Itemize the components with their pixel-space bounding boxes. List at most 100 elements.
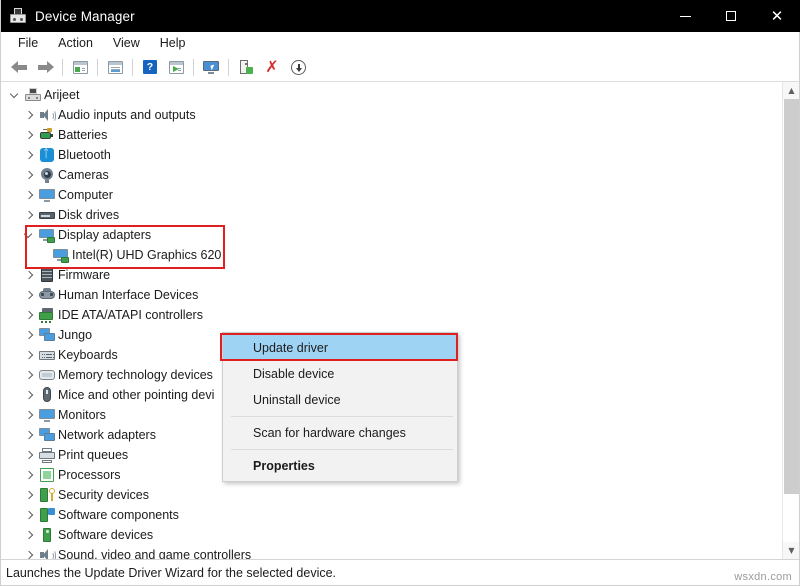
chevron-right-icon[interactable]: [20, 445, 36, 465]
firmware-icon: [36, 265, 58, 285]
tree-row[interactable]: Software components: [0, 505, 782, 525]
chevron-right-icon[interactable]: [20, 425, 36, 445]
context-menu[interactable]: Update driverDisable deviceUninstall dev…: [222, 332, 458, 482]
chevron-right-icon[interactable]: [20, 305, 36, 325]
tree-row[interactable]: Human Interface Devices: [0, 285, 782, 305]
menu-action[interactable]: Action: [48, 34, 103, 52]
status-bar: Launches the Update Driver Wizard for th…: [0, 559, 800, 586]
chevron-right-icon[interactable]: [20, 285, 36, 305]
chevron-right-icon[interactable]: [20, 325, 36, 345]
tree-row[interactable]: Batteries: [0, 125, 782, 145]
help-button[interactable]: ?: [137, 55, 163, 79]
menu-help[interactable]: Help: [150, 34, 196, 52]
download-button[interactable]: [285, 55, 311, 79]
chevron-right-icon[interactable]: [20, 165, 36, 185]
chevron-right-icon[interactable]: [20, 145, 36, 165]
chevron-right-icon[interactable]: [20, 485, 36, 505]
context-menu-item[interactable]: Scan for hardware changes: [223, 420, 457, 446]
back-button[interactable]: [6, 55, 32, 79]
vertical-scrollbar[interactable]: ▲ ▼: [782, 82, 800, 559]
scrollbar-track[interactable]: [783, 99, 800, 542]
context-menu-item[interactable]: Uninstall device: [223, 387, 457, 413]
context-menu-item[interactable]: Disable device: [223, 361, 457, 387]
enable-device-button[interactable]: [233, 55, 259, 79]
chevron-right-icon[interactable]: [20, 545, 36, 559]
chevron-glyph: [25, 192, 32, 199]
tree-row[interactable]: Disk drives: [0, 205, 782, 225]
chevron-glyph: [25, 152, 32, 159]
keyboard-icon: [36, 345, 58, 365]
properties-button[interactable]: [102, 55, 128, 79]
scan-for-hardware-changes-button[interactable]: [163, 55, 189, 79]
chevron-glyph: [25, 312, 32, 319]
chevron-glyph: [25, 112, 32, 119]
chevron-right-icon[interactable]: [20, 105, 36, 125]
chevron-right-icon[interactable]: [20, 525, 36, 545]
chevron-glyph: [25, 232, 32, 239]
tree-row[interactable]: Software devices: [0, 525, 782, 545]
tree-row-label: Print queues: [58, 445, 128, 465]
update-driver-button[interactable]: [198, 55, 224, 79]
tree-root-row[interactable]: Arijeet: [0, 85, 782, 105]
scrollbar-thumb[interactable]: [784, 99, 799, 494]
chevron-right-icon[interactable]: [20, 205, 36, 225]
chevron-down-icon[interactable]: [20, 225, 36, 245]
chevron-right-icon[interactable]: [20, 185, 36, 205]
device-manager-icon: [10, 8, 26, 24]
chevron-glyph: [25, 532, 32, 539]
tree-row[interactable]: Cameras: [0, 165, 782, 185]
menu-file[interactable]: File: [8, 34, 48, 52]
chevron-down-icon[interactable]: [6, 85, 22, 105]
close-button[interactable]: ✕: [754, 0, 800, 32]
chevron-right-icon[interactable]: [20, 345, 36, 365]
tree-row-label: Jungo: [58, 325, 92, 345]
bluetooth-icon: ᛏ: [36, 145, 58, 165]
tree-row-label: Sound, video and game controllers: [58, 545, 251, 559]
maximize-button[interactable]: [708, 0, 754, 32]
tree-row[interactable]: Firmware: [0, 265, 782, 285]
tree-row-label: Display adapters: [58, 225, 151, 245]
minimize-button[interactable]: [662, 0, 708, 32]
tree-row-label: Monitors: [58, 405, 106, 425]
chevron-right-icon[interactable]: [20, 465, 36, 485]
chevron-right-icon[interactable]: [20, 405, 36, 425]
tree-spacer: [34, 245, 50, 265]
toolbar: ? ✗: [0, 54, 800, 81]
disk-drive-icon: [36, 205, 58, 225]
chevron-glyph: [25, 472, 32, 479]
chevron-right-icon[interactable]: [20, 265, 36, 285]
printer-icon: [36, 445, 58, 465]
context-menu-item[interactable]: Update driver: [223, 335, 457, 361]
battery-icon: [36, 125, 58, 145]
memory-technology-icon: [36, 365, 58, 385]
uninstall-device-button[interactable]: ✗: [259, 55, 285, 79]
watermark: wsxdn.com: [734, 571, 792, 583]
show-hide-console-tree-icon: [73, 61, 88, 74]
menu-view[interactable]: View: [103, 34, 150, 52]
tree-row[interactable]: ᛏBluetooth: [0, 145, 782, 165]
tree-row[interactable]: Computer: [0, 185, 782, 205]
tree-row[interactable]: Intel(R) UHD Graphics 620: [0, 245, 782, 265]
scroll-up-button[interactable]: ▲: [783, 82, 800, 99]
forward-button[interactable]: [32, 55, 58, 79]
chevron-right-icon[interactable]: [20, 505, 36, 525]
tree-row-label: Security devices: [58, 485, 149, 505]
scroll-down-button[interactable]: ▼: [783, 542, 800, 559]
tree-row[interactable]: Audio inputs and outputs: [0, 105, 782, 125]
chevron-right-icon[interactable]: [20, 125, 36, 145]
tree-row[interactable]: IDE ATA/ATAPI controllers: [0, 305, 782, 325]
tree-row-label: Software devices: [58, 525, 153, 545]
context-menu-item[interactable]: Properties: [223, 453, 457, 479]
chevron-right-icon[interactable]: [20, 385, 36, 405]
toolbar-separator: [228, 59, 229, 76]
tree-row-label: Bluetooth: [58, 145, 111, 165]
tree-row[interactable]: Display adapters: [0, 225, 782, 245]
chevron-glyph: [25, 372, 32, 379]
tree-row-label: Keyboards: [58, 345, 118, 365]
show-hide-console-tree-button[interactable]: [67, 55, 93, 79]
tree-row[interactable]: Security devices: [0, 485, 782, 505]
device-tree[interactable]: ArijeetAudio inputs and outputsBatteries…: [0, 82, 782, 559]
tree-row[interactable]: Sound, video and game controllers: [0, 545, 782, 559]
chevron-right-icon[interactable]: [20, 365, 36, 385]
display-adapter-icon: [50, 245, 72, 265]
